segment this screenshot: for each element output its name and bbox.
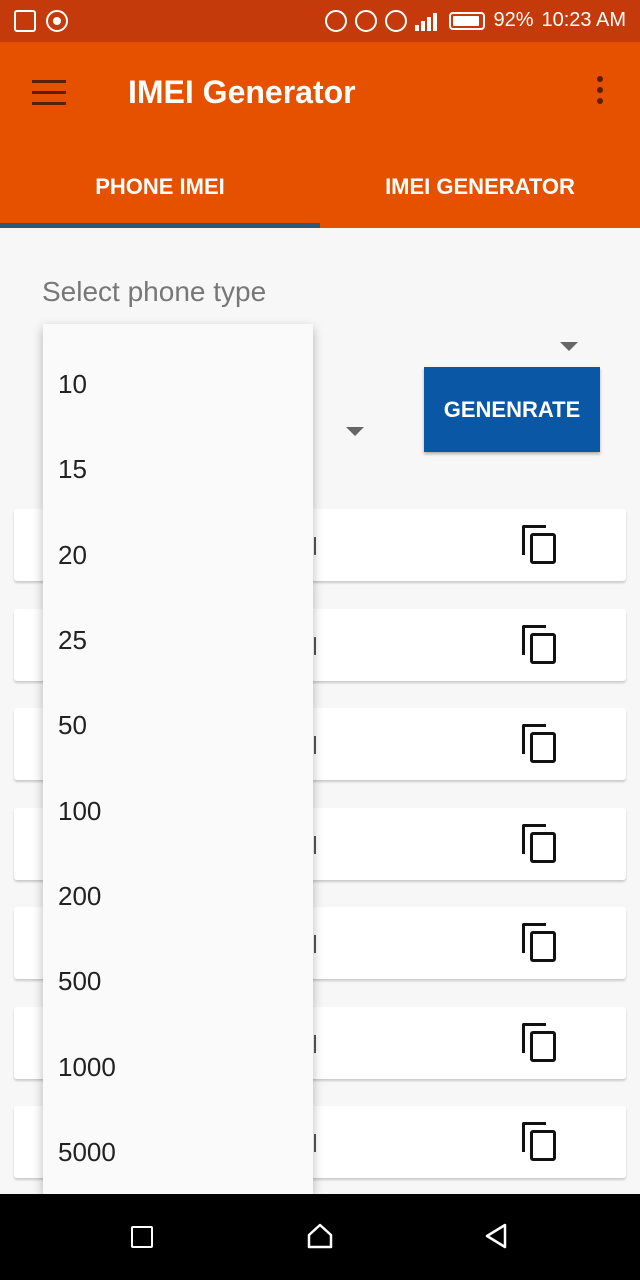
select-phone-type-label: Select phone type xyxy=(42,276,267,307)
status-bar: 92% 10:23 AM xyxy=(0,0,640,42)
status-right-icons: 92% 10:23 AM xyxy=(325,9,626,32)
dropdown-option-1000[interactable]: 1000 xyxy=(43,1025,313,1110)
app-bar: IMEI Generator PHONE IMEI IMEI GENERATOR xyxy=(0,42,640,228)
system-navigation-bar xyxy=(0,1194,640,1280)
clock: 10:23 AM xyxy=(541,9,626,31)
copy-icon[interactable] xyxy=(522,625,558,665)
dropdown-option-15[interactable]: 15 xyxy=(43,427,313,512)
quantity-dropdown-menu: 10 15 20 25 50 100 200 500 1000 5000 xyxy=(43,324,313,1194)
copy-icon[interactable] xyxy=(522,525,558,565)
home-icon[interactable] xyxy=(306,1222,334,1250)
dropdown-option-20[interactable]: 20 xyxy=(43,513,313,598)
tab-imei-generator[interactable]: IMEI GENERATOR xyxy=(320,162,640,226)
alarm-icon xyxy=(385,9,408,32)
recent-apps-icon[interactable] xyxy=(131,1226,153,1248)
dropdown-option-25[interactable]: 25 xyxy=(43,598,313,683)
generate-button[interactable]: GENENRATE xyxy=(424,367,600,452)
dropdown-option-5000[interactable]: 5000 xyxy=(43,1110,313,1194)
phone-type-dropdown-arrow-icon[interactable] xyxy=(560,342,578,351)
gallery-icon xyxy=(14,10,36,32)
status-left-icons xyxy=(14,10,68,32)
copy-icon[interactable] xyxy=(522,1122,558,1162)
hotspot-icon xyxy=(325,9,348,32)
tab-phone-imei[interactable]: PHONE IMEI xyxy=(0,162,320,226)
back-icon[interactable] xyxy=(482,1222,510,1250)
battery-percent: 92% xyxy=(493,9,534,31)
signal-icon xyxy=(415,11,441,31)
dropdown-option-200[interactable]: 200 xyxy=(43,854,313,939)
copy-icon[interactable] xyxy=(522,824,558,864)
app-title: IMEI Generator xyxy=(128,74,356,110)
dropdown-option-500[interactable]: 500 xyxy=(43,939,313,1024)
dropdown-option-10[interactable]: 10 xyxy=(43,342,313,427)
more-options-icon[interactable] xyxy=(590,76,610,112)
dropdown-option-100[interactable]: 100 xyxy=(43,769,313,854)
copy-icon[interactable] xyxy=(522,724,558,764)
copy-icon[interactable] xyxy=(522,1023,558,1063)
dropdown-option-50[interactable]: 50 xyxy=(43,683,313,768)
battery-icon xyxy=(449,11,486,30)
hamburger-menu-icon[interactable] xyxy=(32,80,66,106)
vibrate-icon xyxy=(355,9,378,32)
record-icon xyxy=(46,10,68,32)
copy-icon[interactable] xyxy=(522,923,558,963)
quantity-dropdown-arrow-icon[interactable] xyxy=(346,427,364,436)
